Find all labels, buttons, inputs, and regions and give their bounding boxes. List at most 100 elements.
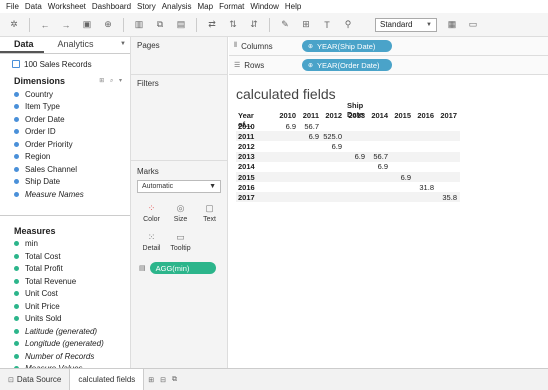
tab-analytics[interactable]: Analytics xyxy=(44,37,104,53)
column-header[interactable]: 2010 xyxy=(276,111,296,120)
field-item-type[interactable]: Item Type xyxy=(0,101,130,114)
menu-format[interactable]: Format xyxy=(219,2,244,11)
column-header[interactable]: 2014 xyxy=(368,111,388,120)
field-total-revenue[interactable]: Total Revenue xyxy=(0,275,130,288)
row-header[interactable]: 2011 xyxy=(238,132,254,141)
field-ship-date[interactable]: Ship Date xyxy=(0,176,130,189)
menu-worksheet[interactable]: Worksheet xyxy=(48,2,86,11)
redo-icon[interactable]: → xyxy=(60,20,72,30)
columns-shelf: ⦀ Columns ⊕ YEAR(Ship Date) xyxy=(229,37,548,56)
menu-map[interactable]: Map xyxy=(198,2,214,11)
column-header[interactable]: 2015 xyxy=(391,111,411,120)
row-header[interactable]: 2014 xyxy=(238,162,255,171)
presentation-icon[interactable]: ▭ xyxy=(467,19,479,30)
save-icon[interactable]: ▣ xyxy=(81,19,93,30)
row-header[interactable]: 2013 xyxy=(238,152,255,161)
menu-analysis[interactable]: Analysis xyxy=(162,2,192,11)
new-worksheet-icon[interactable]: ⊞ xyxy=(148,376,154,384)
column-header[interactable]: 2012 xyxy=(322,111,342,120)
text-button[interactable]: ▢ Text xyxy=(195,198,224,227)
swap-icon[interactable]: ⇄ xyxy=(206,19,218,30)
field-order-priority[interactable]: Order Priority xyxy=(0,138,130,151)
add-datasource-icon[interactable]: ⊕ xyxy=(102,19,114,30)
table-cell[interactable]: 525.0 xyxy=(318,132,342,141)
undo-icon[interactable]: ← xyxy=(39,20,51,30)
expand-icon[interactable]: ⊕ xyxy=(308,43,313,50)
field-order-id[interactable]: Order ID xyxy=(0,126,130,139)
table-cell[interactable]: 56.7 xyxy=(295,122,319,131)
color-button[interactable]: ⁘ Color xyxy=(137,198,166,227)
column-header[interactable]: 2011 xyxy=(299,111,319,120)
show-cards-icon[interactable]: ▦ xyxy=(446,19,458,30)
chevron-down-icon[interactable]: ▼ xyxy=(120,37,126,53)
table-cell[interactable]: 35.8 xyxy=(433,193,457,202)
clear-icon[interactable]: ▤ xyxy=(175,19,187,30)
datasource-item[interactable]: 100 Sales Records xyxy=(0,54,130,70)
row-header[interactable]: 2012 xyxy=(238,142,255,151)
table-cell[interactable]: 6.9 xyxy=(341,152,365,161)
row-header[interactable]: 2015 xyxy=(238,173,255,182)
menu-file[interactable]: File xyxy=(6,2,19,11)
field-units-sold[interactable]: Units Sold xyxy=(0,313,130,326)
new-sheet-icon[interactable]: ▥ xyxy=(133,19,145,30)
new-dashboard-icon[interactable]: ⊟ xyxy=(160,376,166,384)
table-cell[interactable]: 6.9 xyxy=(387,173,411,182)
menu-window[interactable]: Window xyxy=(250,2,278,11)
table-cell[interactable]: 6.9 xyxy=(364,162,388,171)
size-button[interactable]: ◎ Size xyxy=(166,198,195,227)
table-cell[interactable]: 6.9 xyxy=(272,122,296,131)
menu-story[interactable]: Story xyxy=(137,2,156,11)
tooltip-button[interactable]: ▭ Tooltip xyxy=(166,227,195,256)
rows-pill[interactable]: ⊕ YEAR(Order Date) xyxy=(302,59,392,71)
menu-help[interactable]: Help xyxy=(285,2,301,11)
field-number-of-records[interactable]: Number of Records xyxy=(0,350,130,363)
column-header[interactable]: 2013 xyxy=(345,111,365,120)
field-order-date[interactable]: Order Date xyxy=(0,113,130,126)
toolbar-separator xyxy=(196,17,197,32)
filters-card[interactable]: Filters xyxy=(131,75,227,161)
column-header[interactable]: 2017 xyxy=(437,111,457,120)
menu-data[interactable]: Data xyxy=(25,2,42,11)
sort-asc-icon[interactable]: ⇅ xyxy=(227,19,239,30)
table-cell[interactable]: 31.8 xyxy=(410,183,434,192)
tab-data[interactable]: Data xyxy=(0,37,44,53)
columns-pill[interactable]: ⊕ YEAR(Ship Date) xyxy=(302,40,392,52)
group-icon[interactable]: ⊞ xyxy=(300,19,312,30)
row-header[interactable]: 2010 xyxy=(238,122,255,131)
fix-axes-icon[interactable]: ⚲ xyxy=(342,19,354,30)
column-header[interactable]: 2016 xyxy=(414,111,434,120)
detail-button[interactable]: ⁙ Detail xyxy=(137,227,166,256)
sheet-tab[interactable]: calculated fields xyxy=(69,368,145,390)
pages-card[interactable]: Pages xyxy=(131,37,227,75)
field-total-cost[interactable]: Total Cost xyxy=(0,250,130,263)
datasource-tab[interactable]: ⊡ Data Source xyxy=(0,369,69,390)
agg-min-pill[interactable]: AGG(min) xyxy=(149,262,216,274)
field-measure-names[interactable]: Measure Names xyxy=(0,188,130,201)
row-header[interactable]: 2016 xyxy=(238,183,255,192)
field-sales-channel[interactable]: Sales Channel xyxy=(0,163,130,176)
field-country[interactable]: Country xyxy=(0,88,130,101)
row-header[interactable]: 2017 xyxy=(238,193,255,202)
field-min[interactable]: min xyxy=(0,238,130,251)
fit-dropdown[interactable]: Standard ▼ xyxy=(375,17,437,32)
field-region[interactable]: Region xyxy=(0,151,130,164)
sort-desc-icon[interactable]: ⇵ xyxy=(248,19,260,30)
table-cell[interactable]: 56.7 xyxy=(364,152,388,161)
dimension-tools-icon[interactable]: ⊞ ⌕ ▾ xyxy=(99,77,124,85)
tableau-logo-icon[interactable]: ✲ xyxy=(8,19,20,30)
field-total-profit[interactable]: Total Profit xyxy=(0,263,130,276)
mark-type-select[interactable]: Automatic ▼ xyxy=(137,180,221,193)
field-latitude[interactable]: Latitude (generated) xyxy=(0,325,130,338)
new-story-icon[interactable]: ⧉ xyxy=(172,376,177,384)
table-cell[interactable]: 6.9 xyxy=(295,132,319,141)
label-icon[interactable]: T xyxy=(321,20,333,30)
expand-icon[interactable]: ⊕ xyxy=(308,62,313,69)
highlight-icon[interactable]: ✎ xyxy=(279,19,291,30)
field-longitude[interactable]: Longitude (generated) xyxy=(0,338,130,351)
field-unit-price[interactable]: Unit Price xyxy=(0,300,130,313)
fit-dropdown-value: Standard xyxy=(380,20,413,29)
duplicate-icon[interactable]: ⧉ xyxy=(154,19,166,30)
field-unit-cost[interactable]: Unit Cost xyxy=(0,288,130,301)
table-cell[interactable]: 6.9 xyxy=(318,142,342,151)
menu-dashboard[interactable]: Dashboard xyxy=(92,2,131,11)
